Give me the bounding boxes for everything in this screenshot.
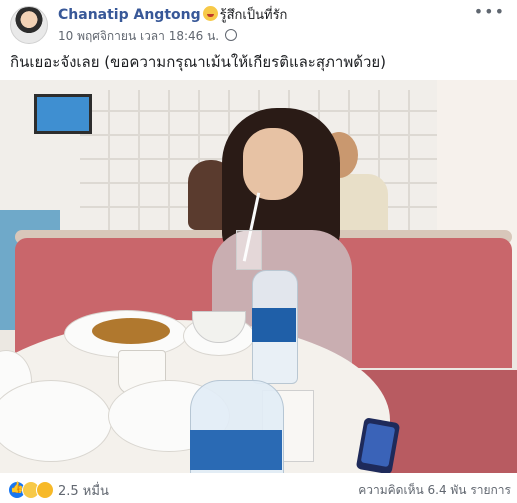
post-meta: 10 พฤศจิกายน เวลา 18:46 น.: [58, 27, 237, 46]
photo-tv: [34, 94, 92, 134]
reactions-summary[interactable]: 2.5 หมื่น: [8, 480, 109, 499]
facebook-post-card: Chanatip Angtong รู้สึกเป็นที่รัก 10 พฤศจ…: [0, 0, 517, 503]
author-name-link[interactable]: Chanatip Angtong: [58, 7, 201, 23]
reaction-count: 2.5 หมื่น: [58, 484, 109, 499]
wow-icon: [36, 481, 54, 499]
feeling-text[interactable]: รู้สึกเป็นที่รัก: [220, 8, 288, 23]
photo-woman-face: [243, 128, 303, 200]
post-timestamp[interactable]: 10 พฤศจิกายน เวลา 18:46 น.: [58, 29, 219, 43]
photo-bottle-label: [252, 308, 296, 342]
post-options-button[interactable]: •••: [474, 2, 505, 21]
author-avatar[interactable]: [10, 6, 48, 44]
comments-count-link[interactable]: ความคิดเห็น 6.4 พัน รายการ: [358, 481, 511, 500]
post-header: Chanatip Angtong รู้สึกเป็นที่รัก: [58, 4, 287, 24]
feeling-emoji-icon: [202, 6, 218, 21]
photo-curry: [92, 318, 170, 344]
post-text: กินเยอะจังเลย (ขอความกรุณาเม้นให้เกียรติ…: [10, 53, 387, 71]
post-photo[interactable]: [0, 80, 517, 473]
post-footer: 2.5 หมื่น ความคิดเห็น 6.4 พัน รายการ: [0, 473, 517, 503]
globe-icon[interactable]: [224, 29, 237, 41]
photo-bottle-label: [190, 430, 282, 470]
photo-glass: [236, 230, 262, 270]
